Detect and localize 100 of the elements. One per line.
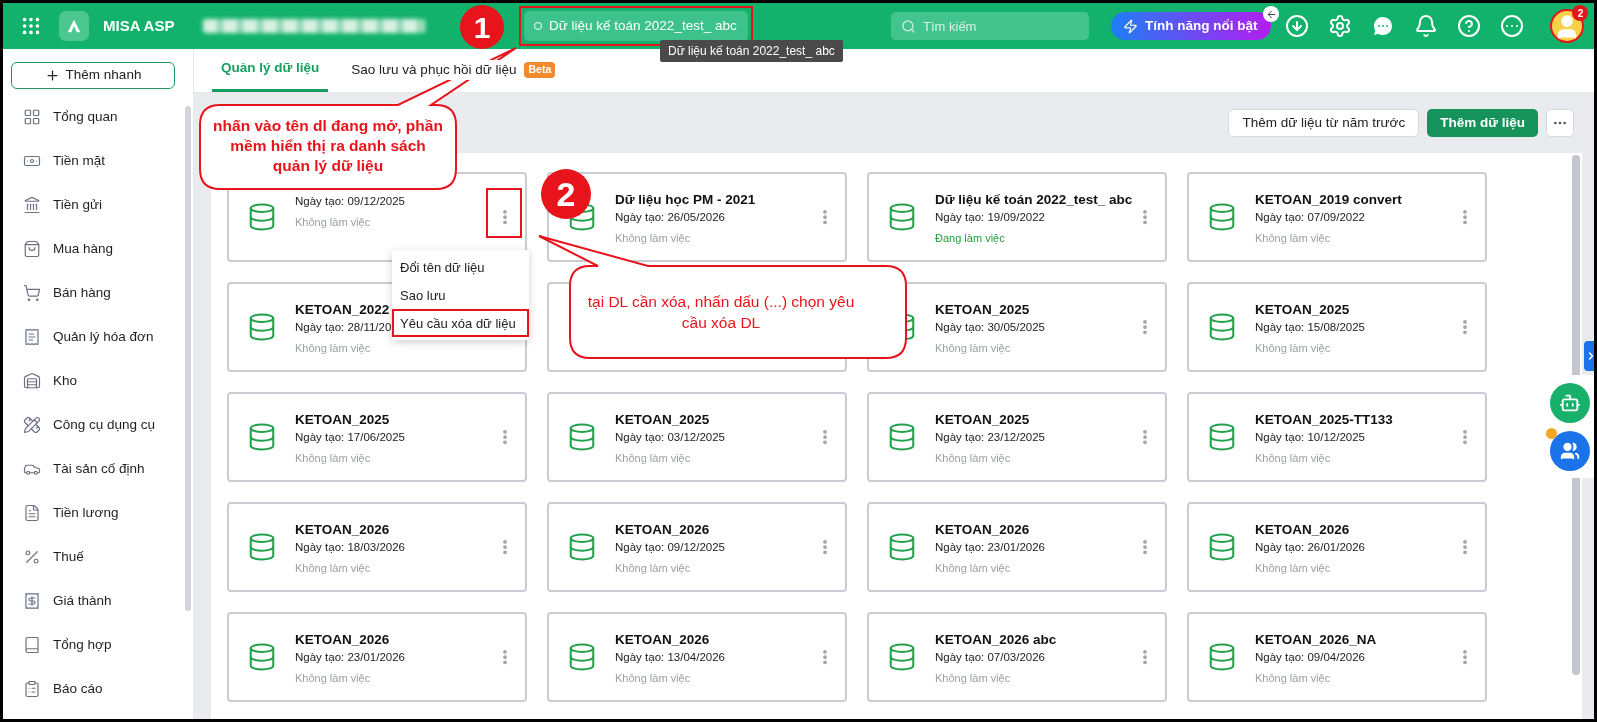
clipboard-icon [23, 680, 41, 698]
menu-item[interactable]: Yêu cầu xóa dữ liệu [392, 309, 529, 337]
sidebar-item[interactable]: Quản lý hóa đơn [3, 315, 193, 359]
side-toggle[interactable] [1584, 341, 1594, 371]
work-status: Không làm việc [295, 561, 371, 577]
data-card[interactable]: KETOAN_2025-TT133 Ngày tạo: 10/12/2025 Không làm việc [1187, 392, 1487, 482]
work-status: Không làm việc [295, 671, 371, 687]
data-card[interactable]: KETOAN_2026 Ngày tạo: 13/04/2026 Không làm việc [547, 612, 847, 702]
data-card[interactable]: KETOAN_2025 Ngày tạo: 17/06/2025 Không làm việc [227, 392, 527, 482]
created-date: Ngày tạo: 07/09/2022 [1255, 210, 1365, 226]
sidebar-item[interactable]: Tổng hợp [3, 623, 193, 667]
menu-item[interactable]: Sao lưu [392, 281, 529, 309]
data-title: KETOAN_2026 [935, 522, 1030, 538]
chatbot-icon[interactable] [1550, 382, 1590, 423]
created-date: Ngày tạo: 26/05/2026 [615, 210, 725, 226]
sidebar-item[interactable]: Báo cáo [3, 667, 193, 711]
sidebar-item[interactable]: Tổng quan [3, 95, 193, 139]
data-card[interactable]: KETOAN_2025 Ngày tạo: 23/12/2025 Không làm việc [867, 392, 1167, 482]
sidebar-item[interactable]: Kho [3, 359, 193, 403]
data-title: Dữ liệu học PM - 2021 [615, 192, 756, 208]
work-status: Không làm việc [615, 451, 691, 467]
work-status: Không làm việc [1255, 561, 1331, 577]
sidebar-item[interactable]: Mua hàng [3, 227, 193, 271]
sidebar-item[interactable]: Tiền lương [3, 491, 193, 535]
feature-button[interactable]: Tính năng nổi bật [1111, 12, 1272, 40]
created-date: Ngày tạo: 07/03/2026 [935, 650, 1045, 666]
tools-icon [23, 416, 41, 434]
more-button[interactable] [1546, 109, 1574, 137]
sidebar-item[interactable]: Thuế [3, 535, 193, 579]
download-icon[interactable] [1285, 14, 1310, 38]
data-title: KETOAN_2026 [295, 522, 390, 538]
work-status: Không làm việc [295, 341, 371, 357]
help-icon[interactable] [1457, 14, 1482, 38]
data-card[interactable]: KETOAN_2026 Ngày tạo: 18/03/2026 Không làm việc [227, 502, 527, 592]
avatar[interactable] [1550, 9, 1585, 43]
data-title: KETOAN_2022 [295, 302, 390, 318]
work-status: Không làm việc [935, 341, 1011, 357]
data-card[interactable]: KETOAN_2026 Ngày tạo: 26/01/2026 Không làm việc [1187, 502, 1487, 592]
bank-icon [23, 196, 41, 214]
tab[interactable]: Sao lưu và phục hồi dữ liệu Beta [342, 48, 565, 92]
created-date: Ngày tạo: 03/12/2025 [615, 430, 725, 446]
work-status: Không làm việc [295, 451, 371, 467]
percent-icon [23, 548, 41, 566]
add-from-previous-year-button[interactable]: Thêm dữ liệu từ năm trước [1228, 109, 1420, 137]
sidebar-item[interactable]: Công cụ dụng cụ [3, 403, 193, 447]
data-card[interactable]: KETOAN_2026 Ngày tạo: 23/01/2026 Không làm việc [867, 502, 1167, 592]
data-card[interactable]: KETOAN_2025 Ngày tạo: 03/12/2025 Không làm việc [547, 392, 847, 482]
created-date: Ngày tạo: 09/12/2025 [295, 194, 405, 209]
created-date: Ngày tạo: 19/09/2022 [935, 210, 1045, 226]
more-icon[interactable] [1500, 14, 1525, 38]
search-field[interactable]: Tìm kiếm [891, 12, 1089, 40]
work-status: Không làm việc [935, 451, 1011, 467]
sidebar-item[interactable]: Tài sản cố định [3, 447, 193, 491]
created-date: Ngày tạo: 23/01/2026 [935, 540, 1045, 556]
sidebar-item[interactable]: Bán hàng [3, 271, 193, 315]
work-status: Không làm việc [615, 671, 691, 687]
data-title: KETOAN_2026 [615, 632, 710, 648]
data-card[interactable]: KETOAN_2025 Ngày tạo: 15/08/2025 Không làm việc [1187, 282, 1487, 372]
created-date: Ngày tạo: 30/05/2025 [935, 320, 1045, 336]
data-card[interactable]: Dữ liệu kế toán 2022_test_ abc Ngày tạo: 19/09/2022 Đang làm việc [867, 172, 1167, 262]
data-card[interactable]: KETOAN_2026 Ngày tạo: 23/01/2026 Không làm việc [227, 612, 527, 702]
app-name: MISA ASP [103, 15, 176, 36]
data-title: KETOAN_2026 abc [935, 632, 1057, 648]
data-title: KETOAN_2025-TT133 [1255, 412, 1393, 428]
data-title: KETOAN_2026 [1255, 522, 1350, 538]
add-data-button[interactable]: Thêm dữ liệu [1427, 109, 1538, 137]
created-date: Ngày tạo: 10/12/2025 [1255, 430, 1365, 446]
work-status: Không làm việc [1255, 451, 1331, 467]
work-status: Đang làm việc [935, 231, 1005, 247]
data-title: KETOAN_2019 convert [1255, 192, 1402, 208]
work-status: Không làm việc [935, 671, 1011, 687]
apps-icon[interactable] [20, 15, 42, 37]
sidebar-item[interactable]: Tiền mặt [3, 139, 193, 183]
cart-icon [23, 284, 41, 302]
data-title: KETOAN_2025 [615, 412, 710, 428]
work-status: Không làm việc [295, 215, 371, 231]
shopping-bag-icon [23, 240, 41, 258]
notification-badge: 2 [1572, 5, 1589, 21]
data-title: KETOAN_2026 [615, 522, 710, 538]
data-title: KETOAN_2025 [935, 302, 1030, 318]
created-date: Ngày tạo: 26/01/2026 [1255, 540, 1365, 556]
plus-icon [44, 68, 60, 83]
data-card[interactable]: KETOAN_2019 convert Ngày tạo: 07/09/2022 Không làm việc [1187, 172, 1487, 262]
data-card[interactable]: KETOAN_2026 abc Ngày tạo: 07/03/2026 Không làm việc [867, 612, 1167, 702]
data-card[interactable]: KETOAN_2026_NA Ngày tạo: 09/04/2026 Không làm việc [1187, 612, 1487, 702]
created-date: Ngày tạo: 28/11/20 [295, 320, 392, 336]
data-title: KETOAN_2026_NA [1255, 632, 1377, 648]
bell-icon[interactable] [1414, 14, 1439, 38]
settings-icon[interactable] [1328, 14, 1353, 38]
data-card[interactable]: KETOAN_2026 Ngày tạo: 09/12/2025 Không làm việc [547, 502, 847, 592]
quick-add-button[interactable]: Thêm nhanh [11, 62, 175, 89]
search-icon [901, 19, 916, 34]
data-title: KETOAN_2025 [295, 412, 390, 428]
sidebar-item[interactable]: Tiền gửi [3, 183, 193, 227]
sidebar-item[interactable]: Giá thành [3, 579, 193, 623]
receipt-icon [23, 328, 41, 346]
receipt-icon [23, 592, 41, 610]
created-date: Ngày tạo: 18/03/2026 [295, 540, 405, 556]
document-icon [23, 504, 41, 522]
group-icon[interactable] [1550, 430, 1590, 471]
